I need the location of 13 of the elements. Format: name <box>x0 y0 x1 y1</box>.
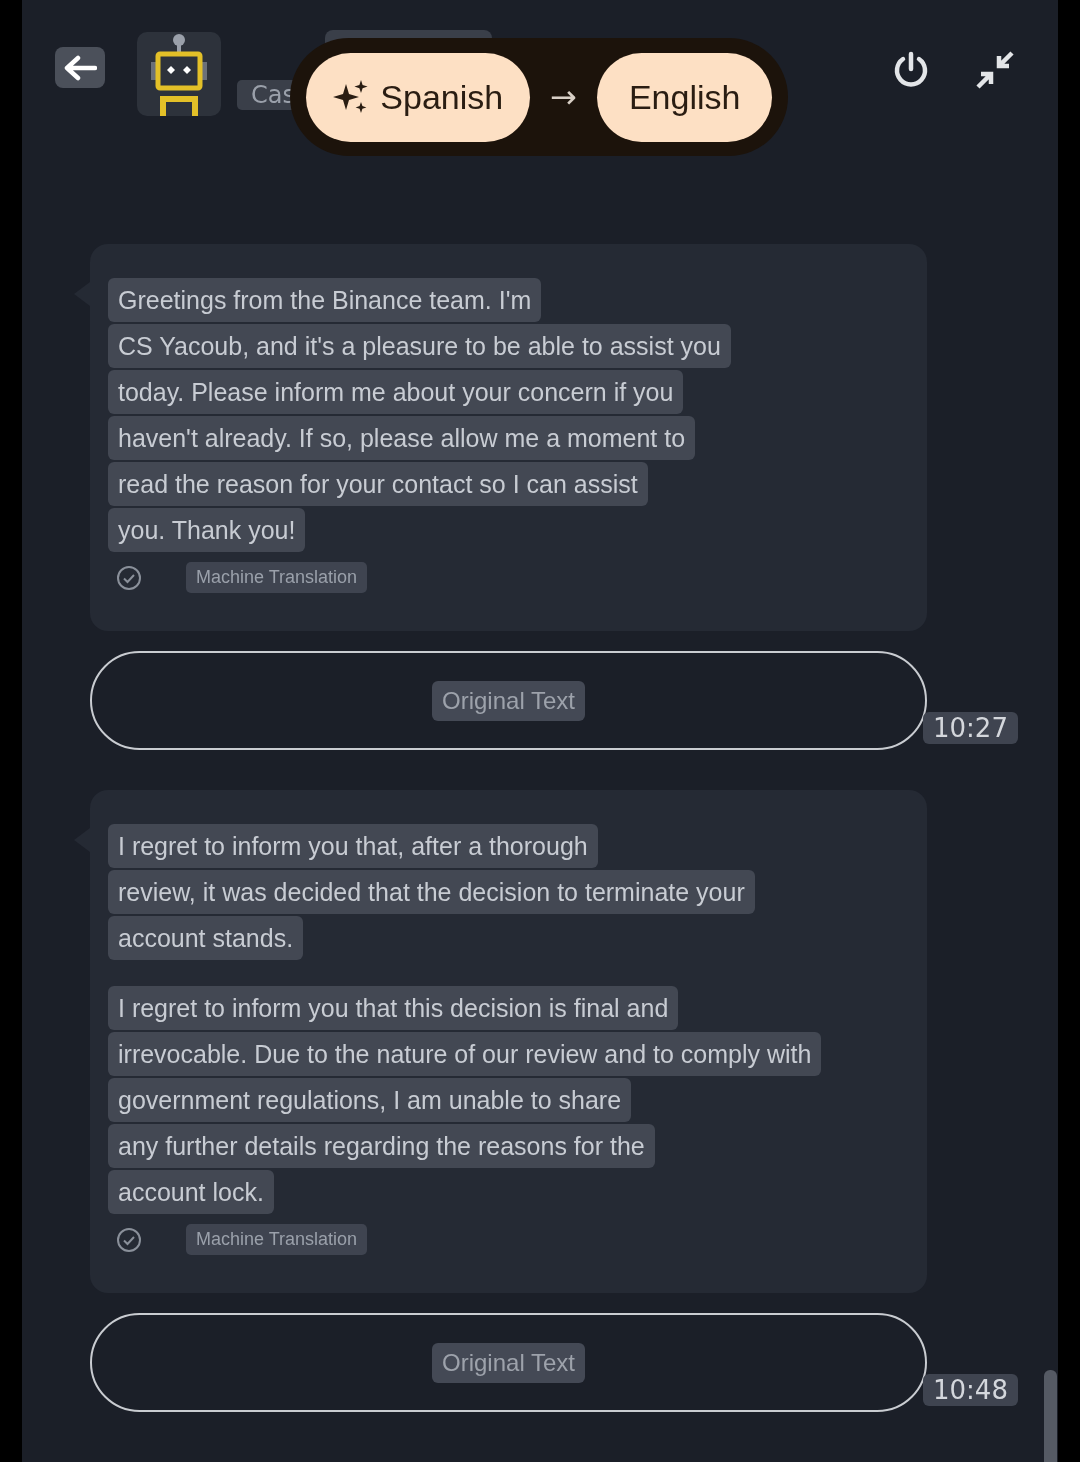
back-arrow-icon <box>63 54 97 81</box>
message-time: 10:48 <box>923 1374 1018 1406</box>
original-text-button[interactable]: Original Text <box>432 680 585 721</box>
message-time: 10:27 <box>923 712 1018 744</box>
collapse-arrows-icon <box>975 50 1015 90</box>
target-language-button[interactable]: English <box>597 52 772 142</box>
source-language-button[interactable]: Spanish <box>306 52 530 142</box>
back-button[interactable] <box>55 47 105 88</box>
original-text-button[interactable]: Original Text <box>432 1342 585 1383</box>
direction-arrow: → <box>549 78 578 116</box>
machine-translation-tag: Machine Translation <box>186 1224 368 1255</box>
machine-translation-tag: Machine Translation <box>186 562 368 593</box>
scrollbar[interactable] <box>1044 1370 1057 1462</box>
